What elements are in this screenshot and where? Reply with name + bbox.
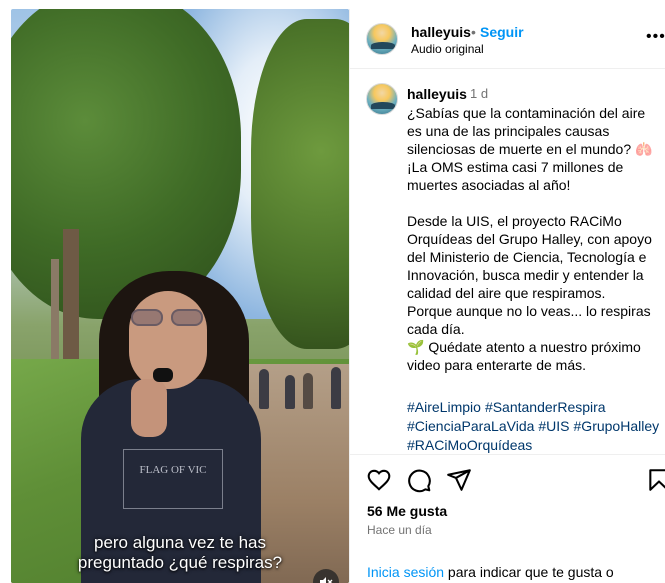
header-separator: •: [471, 24, 476, 40]
video-tree-right: [251, 19, 349, 349]
video-background-people: [257, 349, 347, 409]
hashtag-link[interactable]: #AireLimpio: [407, 399, 481, 415]
post-time-ago[interactable]: 1 d: [470, 86, 488, 101]
post-side-panel: halleyuis • Seguir Audio original ••• ha…: [349, 9, 665, 583]
video-subtitle-line-1: pero alguna vez te has: [93, 533, 266, 552]
hashtag-link[interactable]: #UIS: [538, 418, 569, 434]
follow-button[interactable]: Seguir: [480, 24, 524, 40]
hashtag-list: #AireLimpio #SantanderRespira #CienciaPar…: [407, 398, 660, 455]
audio-link[interactable]: Audio original: [411, 42, 484, 56]
post-actions: 56 Me gusta Hace un día Inicia sesión pa…: [350, 455, 665, 583]
background-person: [303, 373, 313, 409]
post-caption: ¿Sabías que la contaminación del aire es…: [407, 105, 653, 373]
post-header: halleyuis • Seguir Audio original •••: [350, 9, 665, 69]
video-subtitle-line-2: preguntado ¿qué respiras?: [77, 553, 283, 572]
video-trunk-2: [51, 259, 59, 369]
background-person: [285, 375, 295, 409]
video-tree-left: [11, 9, 241, 319]
more-options-icon[interactable]: •••: [646, 29, 665, 45]
heart-icon[interactable]: [366, 467, 392, 493]
hashtag-link[interactable]: #RACiMoOrquídeas: [407, 437, 532, 453]
hashtag-link[interactable]: #SantanderRespira: [485, 399, 606, 415]
microphone: [153, 368, 173, 382]
presenter-glasses: [131, 309, 205, 327]
login-prompt-text: para indicar que te gusta o: [444, 564, 614, 580]
hashtag-link[interactable]: #CienciaParaLaVida: [407, 418, 534, 434]
like-count[interactable]: 56 Me gusta: [367, 503, 447, 519]
caption-username[interactable]: halleyuis: [407, 86, 467, 102]
avatar[interactable]: [366, 23, 398, 55]
header-username[interactable]: halleyuis: [411, 24, 471, 40]
posted-timestamp: Hace un día: [367, 523, 432, 537]
presenter-hand: [131, 379, 167, 437]
background-person: [259, 369, 269, 409]
shirt-print: FLAG OF VIC: [123, 449, 223, 509]
video-trunk: [63, 229, 79, 379]
bookmark-icon[interactable]: [646, 467, 665, 493]
background-person: [331, 367, 341, 409]
login-prompt: Inicia sesión para indicar que te gusta …: [367, 564, 614, 580]
caption-section: halleyuis 1 d ¿Sabías que la contaminaci…: [350, 70, 665, 455]
login-link[interactable]: Inicia sesión: [367, 564, 444, 580]
avatar[interactable]: [366, 83, 398, 115]
hashtag-link[interactable]: #GrupoHalley: [574, 418, 660, 434]
reel-video[interactable]: FLAG OF VIC pero alguna vez te has pregu…: [11, 9, 349, 583]
share-icon[interactable]: [446, 467, 472, 493]
comment-icon[interactable]: [406, 467, 432, 493]
